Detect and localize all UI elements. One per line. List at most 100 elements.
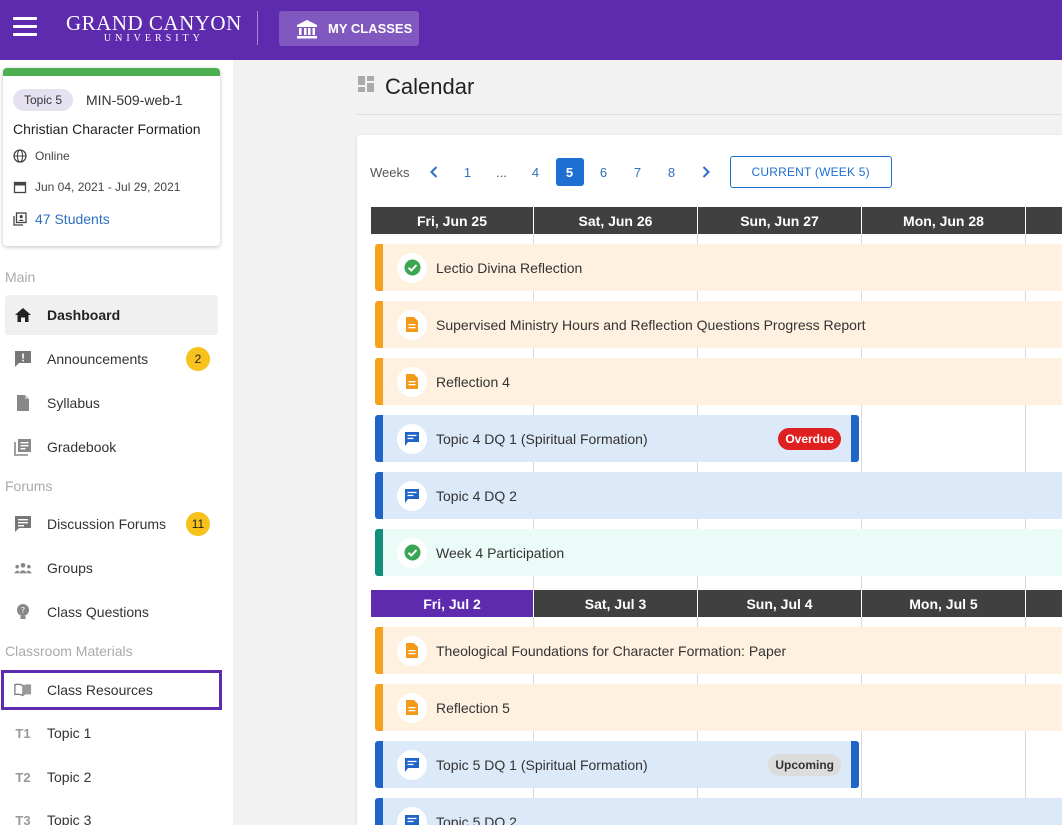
page-title: Calendar xyxy=(385,74,475,99)
course-mode: Online xyxy=(35,149,70,163)
sidebar-item-label: Topic 1 xyxy=(47,725,92,741)
discussion-chat-icon xyxy=(397,480,427,511)
section-materials-label: Classroom Materials xyxy=(5,643,133,659)
course-dates: Jun 04, 2021 - Jul 29, 2021 xyxy=(35,180,181,194)
sidebar-item-gradebook[interactable]: Gradebook xyxy=(5,427,218,467)
book-icon xyxy=(14,683,32,697)
calendar-event[interactable]: Topic 4 DQ 1 (Spiritual Formation) Overd… xyxy=(375,415,859,462)
assignment-doc-icon xyxy=(397,366,427,397)
current-week-button[interactable]: CURRENT (WEEK 5) xyxy=(729,156,892,188)
sidebar: Topic 5 MIN-509-web-1 Christian Characte… xyxy=(0,60,233,825)
calendar-event[interactable]: Reflection 4 xyxy=(375,358,1062,405)
calendar-card: Weeks 1 ... 4 5 6 7 8 CURRENT (WEEK 5) F… xyxy=(357,135,1062,825)
students-link[interactable]: 47 Students xyxy=(35,211,110,227)
announcements-count-badge: 2 xyxy=(186,347,210,371)
title-divider xyxy=(357,114,1062,115)
document-icon xyxy=(14,394,32,412)
day-header: Sat, Jul 3 xyxy=(534,590,698,617)
topic-badge: Topic 5 xyxy=(13,89,74,111)
institution-icon xyxy=(296,19,318,39)
event-title: Topic 4 DQ 2 xyxy=(436,487,517,504)
sidebar-item-label: Groups xyxy=(47,560,93,576)
students-icon xyxy=(13,212,27,226)
sidebar-item-label: Class Resources xyxy=(47,682,153,698)
sidebar-item-label: Dashboard xyxy=(47,307,121,323)
day-header: Mon, Jul 5 xyxy=(862,590,1026,617)
week-page-4[interactable]: 4 xyxy=(522,158,550,186)
week-page-ellipsis: ... xyxy=(496,164,507,180)
hamburger-menu-icon[interactable] xyxy=(13,17,37,37)
logo-line-1: GRAND CANYON xyxy=(66,11,242,35)
assignment-doc-icon xyxy=(397,635,427,666)
sidebar-item-groups[interactable]: Groups xyxy=(5,548,218,588)
discussion-chat-icon xyxy=(397,749,427,780)
event-title: Theological Foundations for Character Fo… xyxy=(436,642,787,659)
week-page-7[interactable]: 7 xyxy=(624,158,652,186)
question-icon: ? xyxy=(14,603,32,621)
calendar-event[interactable]: Reflection 5 xyxy=(375,684,1062,731)
calendar-event[interactable]: Week 4 Participation xyxy=(375,529,1062,576)
check-circle-icon xyxy=(397,252,427,283)
svg-text:?: ? xyxy=(21,606,25,615)
check-circle-icon xyxy=(397,537,427,568)
calendar-event[interactable]: Lectio Divina Reflection xyxy=(375,244,1062,291)
discussion-chat-icon xyxy=(397,806,427,825)
sidebar-item-syllabus[interactable]: Syllabus xyxy=(5,383,218,423)
assignment-doc-icon xyxy=(397,692,427,723)
globe-icon xyxy=(13,149,27,163)
week-page-6[interactable]: 6 xyxy=(590,158,618,186)
sidebar-item-dashboard[interactable]: Dashboard xyxy=(5,295,218,335)
sidebar-item-label: Discussion Forums xyxy=(47,516,167,532)
week-page-8[interactable]: 8 xyxy=(658,158,686,186)
day-header-partial xyxy=(1026,590,1062,617)
sidebar-item-class-questions[interactable]: ? Class Questions xyxy=(5,592,218,632)
sidebar-item-topic-1[interactable]: T1 Topic 1 xyxy=(5,713,218,753)
week-page-5-active[interactable]: 5 xyxy=(555,158,584,186)
course-code: MIN-509-web-1 xyxy=(86,92,183,108)
calendar-event[interactable]: Topic 4 DQ 2 xyxy=(375,472,1062,519)
event-title: Lectio Divina Reflection xyxy=(436,259,583,276)
discussion-chat-icon xyxy=(397,423,427,454)
university-logo[interactable]: GRAND CANYON UNIVERSITY xyxy=(66,12,242,44)
calendar-week-2: Fri, Jul 2 Sat, Jul 3 Sun, Jul 4 Mon, Ju… xyxy=(371,590,1062,825)
calendar-event[interactable]: Topic 5 DQ 1 (Spiritual Formation) Upcom… xyxy=(375,741,859,788)
sidebar-item-label: Gradebook xyxy=(47,439,117,455)
event-title: Reflection 4 xyxy=(436,373,510,390)
next-week-chevron-icon[interactable] xyxy=(692,158,720,186)
day-header: Fri, Jun 25 xyxy=(371,207,534,234)
prev-week-chevron-icon[interactable] xyxy=(420,158,448,186)
top-app-bar: GRAND CANYON UNIVERSITY MY CLASSES xyxy=(0,0,1062,60)
gradebook-icon xyxy=(14,438,32,456)
week-pagination: Weeks 1 ... 4 5 6 7 8 CURRENT (WEEK 5) xyxy=(370,156,892,188)
forums-count-badge: 11 xyxy=(186,512,210,536)
course-mode-row: Online xyxy=(13,149,70,163)
day-header-partial xyxy=(1026,207,1062,234)
event-title: Topic 4 DQ 1 (Spiritual Formation) xyxy=(436,430,648,447)
sidebar-item-discussion-forums[interactable]: Discussion Forums 11 xyxy=(5,504,218,544)
calendar-event[interactable]: Theological Foundations for Character Fo… xyxy=(375,627,1062,674)
course-students-row[interactable]: 47 Students xyxy=(13,211,110,227)
sidebar-item-announcements[interactable]: Announcements 2 xyxy=(5,339,218,379)
sidebar-item-label: Syllabus xyxy=(47,395,100,411)
course-dates-row: Jun 04, 2021 - Jul 29, 2021 xyxy=(13,180,180,194)
calendar-event[interactable]: Supervised Ministry Hours and Reflection… xyxy=(375,301,1062,348)
sidebar-item-label: Class Questions xyxy=(47,604,149,620)
logo-line-2: UNIVERSITY xyxy=(103,33,204,44)
course-card[interactable]: Topic 5 MIN-509-web-1 Christian Characte… xyxy=(3,68,220,246)
upcoming-badge: Upcoming xyxy=(768,753,841,776)
week-page-1[interactable]: 1 xyxy=(454,158,482,186)
sidebar-item-topic-3[interactable]: T3 Topic 3 xyxy=(5,800,218,825)
announcement-icon xyxy=(14,350,32,368)
course-accent-bar xyxy=(3,68,220,76)
home-icon xyxy=(14,307,32,323)
day-header: Sun, Jun 27 xyxy=(698,207,862,234)
event-title: Week 4 Participation xyxy=(436,544,565,561)
event-title: Reflection 5 xyxy=(436,699,510,716)
header-divider xyxy=(257,11,258,45)
overdue-badge: Overdue xyxy=(778,427,841,450)
sidebar-item-class-resources[interactable]: Class Resources xyxy=(1,670,222,710)
my-classes-button[interactable]: MY CLASSES xyxy=(279,11,419,46)
topic-code: T1 xyxy=(15,725,31,741)
sidebar-item-topic-2[interactable]: T2 Topic 2 xyxy=(5,757,218,797)
calendar-event[interactable]: Topic 5 DQ 2 xyxy=(375,798,1062,825)
